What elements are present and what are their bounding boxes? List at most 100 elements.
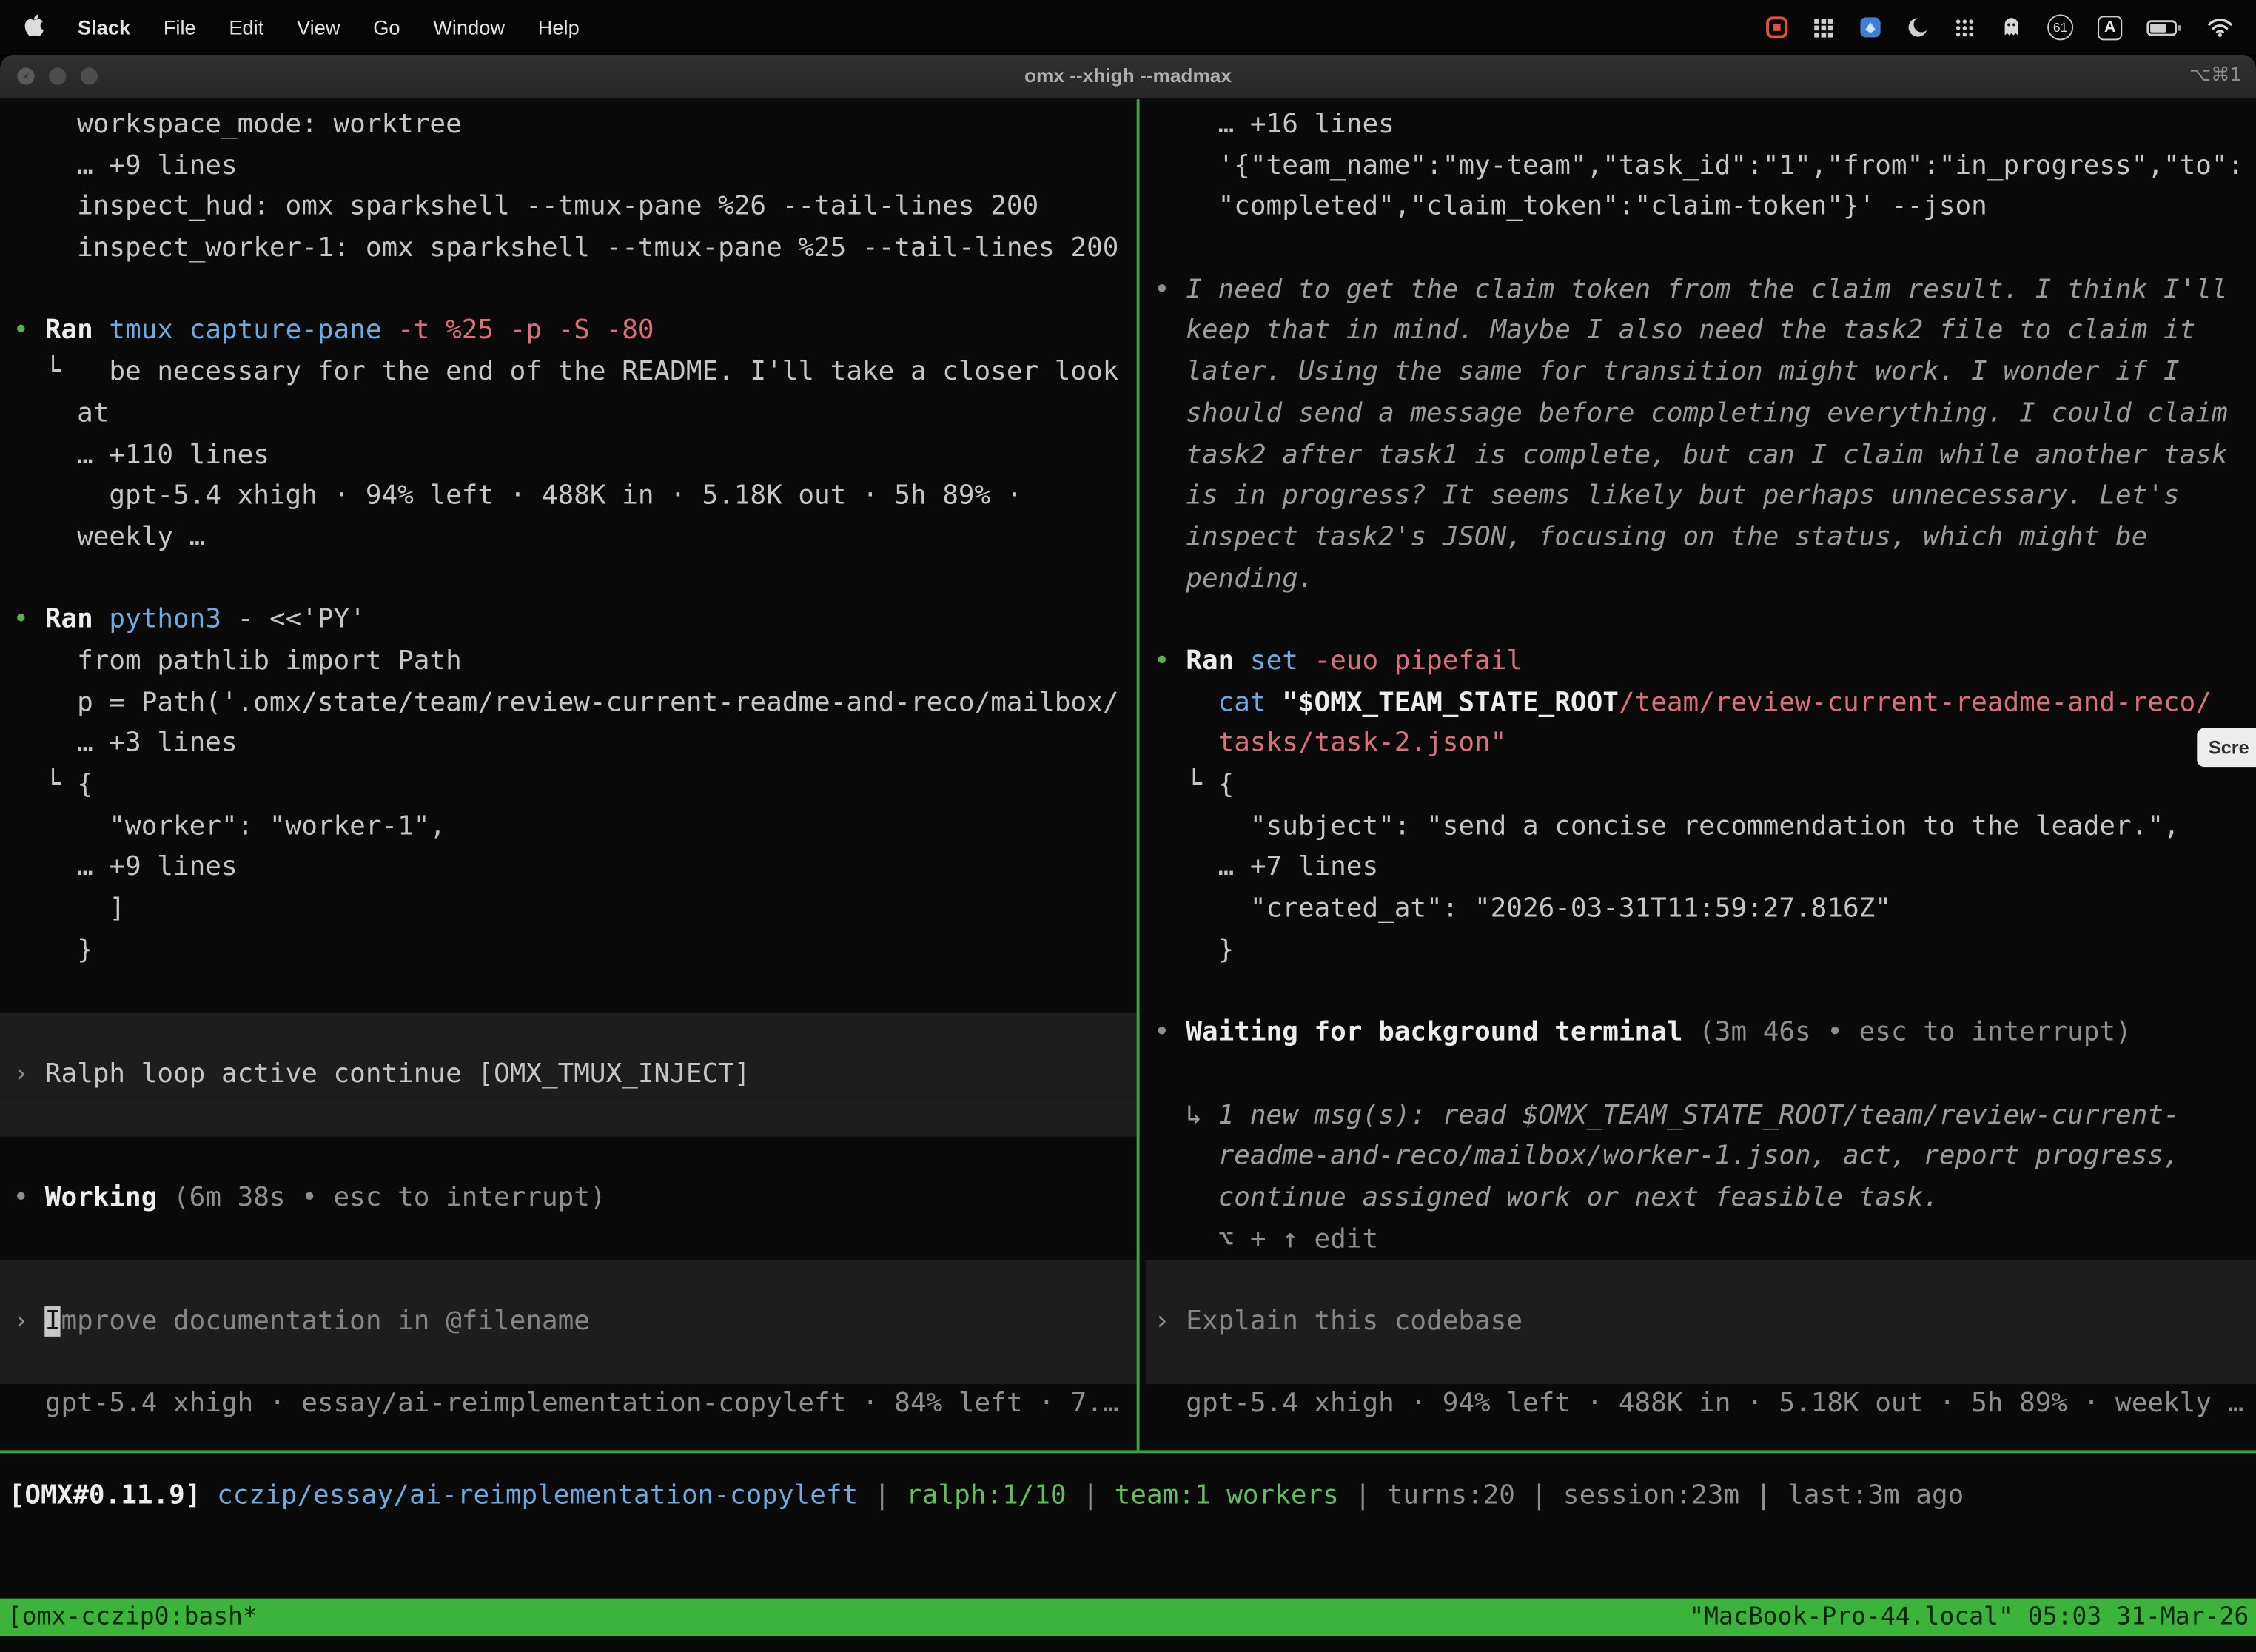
terminal-line: … +7 lines (1154, 848, 2256, 890)
text-cursor: I (45, 1306, 61, 1337)
menu-bar-status-area: 61 A (1765, 14, 2233, 40)
text-segment: - <<'PY' (238, 605, 366, 635)
terminal-content: workspace_mode: worktree … +9 lines insp… (0, 99, 2256, 1651)
text-segment: I need to get the claim token from the c… (1186, 275, 2227, 305)
battery-gauge-icon[interactable]: 61 (2047, 14, 2073, 40)
text-segment: inspect_worker-1: omx sparkshell --tmux-… (13, 233, 1118, 263)
input-source-icon[interactable]: A (2098, 15, 2122, 39)
text-segment: ] (13, 893, 125, 924)
window-shortcut-badge: ⌥⌘1 (2189, 55, 2241, 98)
tmux-status-bar: [omx-cczip0:bash* "MacBook-Pro-44.local"… (0, 1599, 2256, 1636)
terminal-line: tasks/task-2.json" (1154, 724, 2256, 765)
waiting-status-line: • Waiting for background terminal (3m 46… (1154, 1013, 2256, 1055)
text-segment: • (13, 1183, 44, 1213)
prompt-input-line[interactable]: › Improve documentation in @filename (0, 1302, 1137, 1343)
text-segment: at (13, 398, 109, 429)
working-status-line: • Working (6m 38s • esc to interrupt) (13, 1178, 1136, 1220)
omx-status-text: [OMX#0.11.9] cczip/essay/ai-reimplementa… (9, 1474, 2256, 1516)
text-segment: p = Path('.omx/state/team/review-current… (13, 687, 1118, 717)
text-segment: "subject": "send a concise recommendatio… (1154, 811, 2180, 842)
text-segment: ⌥ + ↑ edit (1154, 1223, 1378, 1254)
text-segment: • (1154, 646, 1186, 676)
terminal-line: later. Using the same for transition mig… (1154, 352, 2256, 394)
terminal-line: ↳ 1 new msg(s): read $OMX_TEAM_STATE_ROO… (1154, 1095, 2256, 1137)
pane-divider[interactable] (1137, 99, 1140, 1450)
text-segment: … +9 lines (13, 853, 237, 883)
terminal-line: … +16 lines (1154, 105, 2256, 147)
text-segment: -t %25 -p -S -80 (397, 316, 654, 346)
text-segment: … +16 lines (1154, 110, 1394, 140)
text-segment: should send a message before completing … (1154, 398, 2228, 429)
tmux-pane-left[interactable]: workspace_mode: worktree … +9 lines insp… (0, 99, 1137, 1450)
terminal-line: inspect_hud: omx sparkshell --tmux-pane … (13, 187, 1136, 229)
text-segment: inspect task2's JSON, focusing on the st… (1154, 522, 2147, 552)
menu-item-help[interactable]: Help (538, 16, 580, 38)
menu-item-window[interactable]: Window (433, 16, 505, 38)
text-segment: } (1154, 935, 1234, 965)
text-segment: "$OMX_TEAM_STATE_ROOT (1282, 687, 1619, 717)
wifi-icon[interactable] (2207, 17, 2233, 37)
terminal-line: is in progress? It seems likely but perh… (1154, 477, 2256, 518)
tmux-host-time-label: "MacBook-Pro-44.local" 05:03 31-Mar-26 (1689, 1602, 2249, 1631)
text-segment: └ { (13, 770, 93, 800)
prompt-suggestion-line[interactable]: › Explain this codebase (1145, 1302, 2256, 1343)
text-segment: … +9 lines (13, 150, 237, 181)
text-segment: gpt-5.4 xhigh · 94% left · 488K in · 5.1… (1154, 1389, 2243, 1419)
text-segment: › (13, 1306, 44, 1337)
window-title: omx --xhigh --madmax (0, 55, 2256, 98)
text-segment: -euo pipefail (1315, 646, 1523, 676)
window-titlebar[interactable]: × omx --xhigh --madmax ⌥⌘1 (0, 55, 2256, 99)
terminal-line (13, 559, 1136, 600)
model-status-line: gpt-5.4 xhigh · essay/ai-reimplementatio… (13, 1385, 1136, 1426)
text-segment: └ be necessary for the end of the README… (13, 357, 1118, 387)
menu-item-file[interactable]: File (164, 16, 196, 38)
text-segment: last:3m ago (1787, 1480, 1964, 1511)
ran-command-line: • Ran set -euo pipefail (1154, 642, 2256, 683)
menu-item-app[interactable]: Slack (78, 16, 130, 38)
terminal-line: └ { (1154, 765, 2256, 807)
text-segment: gpt-5.4 xhigh · 94% left · 488K in · 5.1… (13, 481, 1022, 511)
grid-icon[interactable] (1813, 16, 1834, 38)
text-segment: (3m 46s • esc to interrupt) (1682, 1018, 2131, 1048)
battery-gauge-value: 61 (2053, 20, 2067, 34)
text-segment: python3 (109, 605, 237, 635)
text-segment: Ran (1186, 646, 1250, 676)
terminal-line: continue assigned work or next feasible … (1154, 1178, 2256, 1220)
screen: Slack File Edit View Go Window Help (0, 0, 2256, 1652)
text-segment: Ran (45, 316, 110, 346)
text-segment: ralph:1/10 (906, 1480, 1067, 1511)
terminal-line: ] (13, 889, 1136, 930)
blue-app-icon[interactable] (1859, 16, 1881, 38)
text-segment: ↳ 1 new msg(s): read $OMX_TEAM_STATE_ROO… (1154, 1100, 2180, 1130)
terminal-line: ⌥ + ↑ edit (1154, 1220, 2256, 1261)
ghost-icon[interactable] (2000, 16, 2023, 38)
terminal-line (0, 1260, 1137, 1302)
bottom-pane-divider[interactable] (0, 1450, 2256, 1453)
apple-menu-icon[interactable] (23, 13, 44, 41)
text-segment: inspect_hud: omx sparkshell --tmux-pane … (13, 192, 1038, 222)
text-segment: team:1 workers (1115, 1480, 1339, 1511)
tmux-pane-right[interactable]: … +16 lines '{"team_name":"my-team","tas… (1145, 99, 2256, 1450)
screen-recording-indicator-icon[interactable] (1765, 16, 1788, 38)
ralph-loop-status-line[interactable]: › Ralph loop active continue [OMX_TMUX_I… (0, 1054, 1137, 1095)
menu-item-go[interactable]: Go (373, 16, 400, 38)
text-segment: continue assigned work or next feasible … (1154, 1183, 1939, 1213)
terminal-line: … +9 lines (13, 147, 1136, 188)
text-segment: › (1154, 1306, 1186, 1337)
battery-icon[interactable] (2146, 15, 2183, 39)
terminal-line: cat "$OMX_TEAM_STATE_ROOT/team/review-cu… (1154, 683, 2256, 725)
terminal-line (13, 1220, 1136, 1261)
text-segment: later. Using the same for transition mig… (1154, 357, 2180, 387)
text-segment: keep that in mind. Maybe I also need the… (1154, 316, 2195, 346)
text-segment: • (13, 605, 44, 635)
text-segment: • (13, 316, 44, 346)
dots-grid-icon[interactable] (1954, 16, 1975, 38)
terminal-line: p = Path('.omx/state/team/review-current… (13, 683, 1136, 725)
terminal-line: from pathlib import Path (13, 642, 1136, 683)
menu-item-edit[interactable]: Edit (229, 16, 263, 38)
menu-item-view[interactable]: View (297, 16, 340, 38)
moon-icon[interactable] (1907, 16, 1930, 38)
terminal-line: … +110 lines (13, 435, 1136, 477)
text-segment: | (1739, 1480, 1787, 1511)
terminal-line: } (13, 930, 1136, 972)
